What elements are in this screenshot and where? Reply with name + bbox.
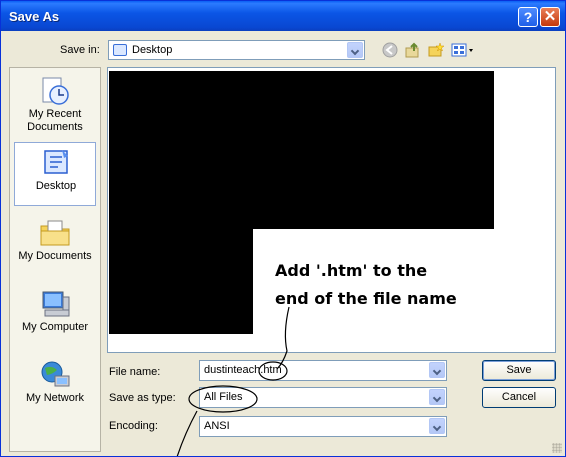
place-label: Desktop [35,180,77,192]
close-button[interactable]: ✕ [540,7,560,27]
file-name-input[interactable]: dustinteach.htm [199,360,447,381]
encoding-dropdown[interactable]: ANSI [199,416,447,437]
place-label: My Documents [18,250,92,262]
redacted-area [109,71,494,229]
annotation-line-1: Add '.htm' to the [275,261,428,280]
annotation-line-2: end of the file name [275,289,457,308]
save-as-type-label: Save as type: [109,392,176,404]
save-as-dialog: Save As ? ✕ Save in: Desktop My Recent D… [0,0,566,457]
file-list[interactable] [107,67,556,353]
resize-grip[interactable] [552,443,562,453]
encoding-label: Encoding: [109,420,158,432]
save-button[interactable]: Save [482,360,556,381]
views-menu-icon[interactable] [451,42,475,58]
up-folder-icon[interactable] [405,42,421,58]
save-as-type-value: All Files [204,391,243,403]
help-button[interactable]: ? [518,7,538,27]
my-network-icon [41,361,70,387]
chevron-down-icon[interactable] [347,42,363,58]
save-in-value: Desktop [132,44,173,56]
place-desktop[interactable]: Desktop [14,142,96,206]
place-my-computer[interactable]: My Computer [14,284,96,348]
file-name-value: dustinteach.htm [204,364,282,376]
place-label: My Computer [21,321,89,333]
place-my-documents[interactable]: My Documents [14,213,96,277]
place-label: My Recent Documents [27,108,83,133]
desktop-folder-icon [113,44,127,56]
place-my-network[interactable]: My Network [14,355,96,419]
chevron-down-icon[interactable] [429,362,445,378]
my-computer-icon [42,291,70,317]
chevron-down-icon[interactable] [429,418,445,434]
encoding-value: ANSI [204,420,230,432]
window-title: Save As [9,9,60,24]
file-name-label: File name: [109,366,161,378]
save-in-label: Save in: [60,44,100,56]
my-documents-icon [40,220,70,246]
save-as-type-dropdown[interactable]: All Files [199,387,447,408]
places-bar: My Recent Documents Desktop My Documents [9,67,101,452]
redacted-area [109,226,253,334]
new-folder-icon[interactable] [428,42,444,58]
save-in-dropdown[interactable]: Desktop [108,40,365,60]
chevron-down-icon[interactable] [429,389,445,405]
annotation-type-line [176,410,198,456]
recent-documents-icon [42,77,69,105]
cancel-button[interactable]: Cancel [482,387,556,408]
desktop-icon [44,150,68,174]
back-icon[interactable] [382,42,398,58]
title-bar[interactable]: Save As ? ✕ [1,1,565,31]
place-my-recent-documents[interactable]: My Recent Documents [14,71,96,135]
place-label: My Network [25,392,85,404]
